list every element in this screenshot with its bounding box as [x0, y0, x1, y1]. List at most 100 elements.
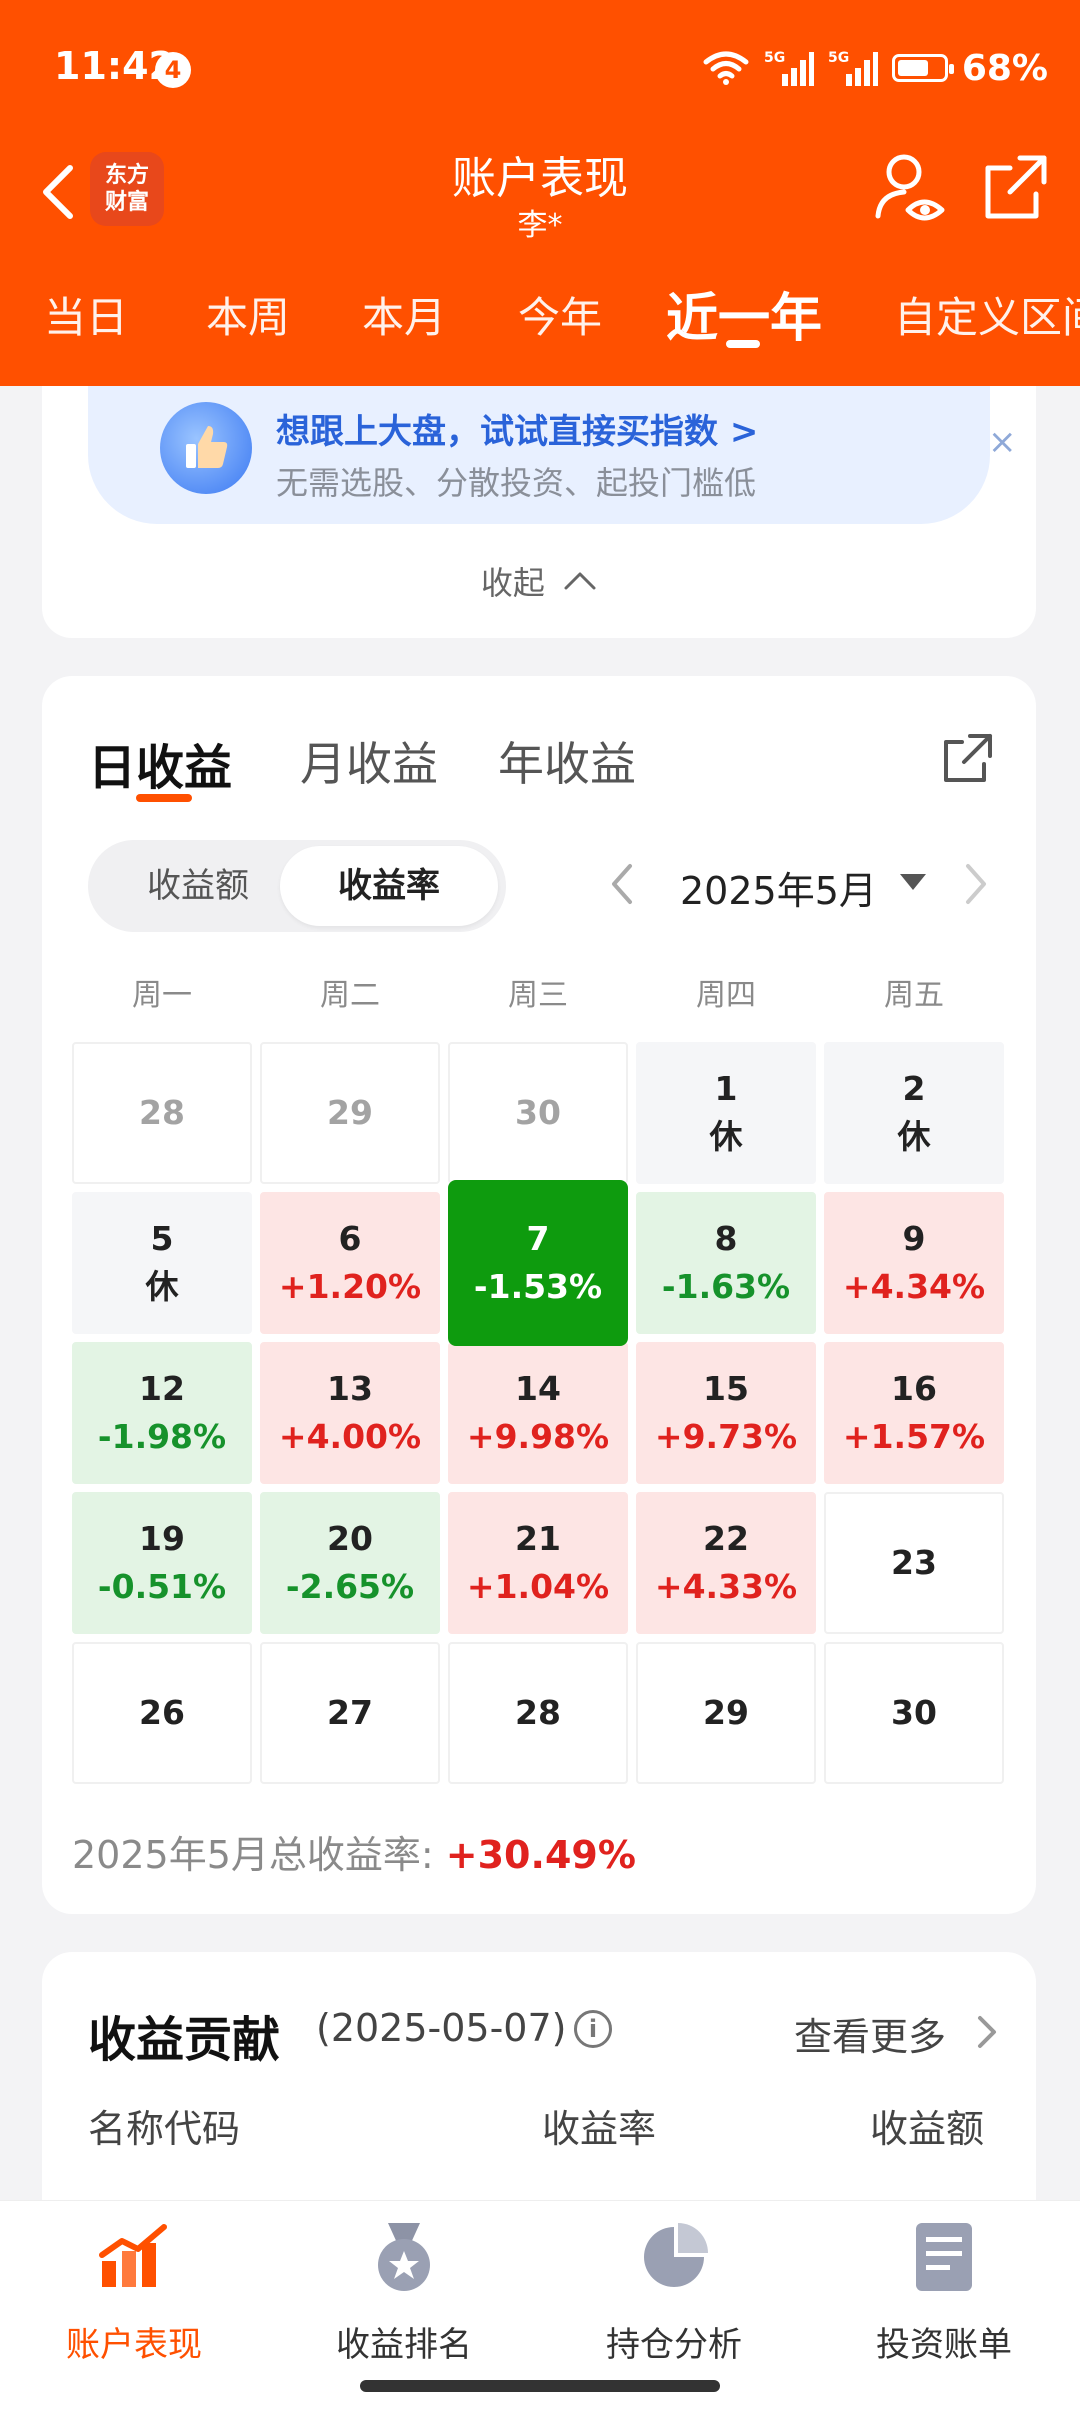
calendar-day-cell[interactable]: 16 +1.57%	[824, 1342, 1004, 1484]
index-promo-banner[interactable]: 想跟上大盘，试试直接买指数 > 无需选股、分散投资、起投门槛低 ×	[88, 386, 1017, 524]
nav-investment-bill[interactable]: 投资账单	[844, 2221, 1044, 2391]
subtab-indicator	[136, 794, 192, 802]
calendar-day-cell[interactable]: 20 -2.65%	[260, 1492, 440, 1634]
share-icon	[944, 734, 992, 782]
nav-label: 收益排名	[336, 2325, 472, 2365]
nav-label: 账户表现	[66, 2325, 202, 2365]
holiday-label: 休	[709, 1117, 743, 1156]
calendar-day-cell[interactable]: 7 -1.53%	[448, 1180, 628, 1346]
promo-description: 无需选股、分散投资、起投门槛低	[276, 464, 757, 502]
caret-down-icon[interactable]	[900, 874, 926, 890]
calendar-day-cell[interactable]: 27	[260, 1642, 440, 1784]
calendar-day-cell[interactable]: 30	[824, 1642, 1004, 1784]
prev-month-button[interactable]	[606, 860, 646, 910]
tab-monthly-returns[interactable]: 月收益	[300, 728, 438, 794]
calendar-day-cell[interactable]: 12 -1.98%	[72, 1342, 252, 1484]
calendar-share-button[interactable]	[940, 730, 996, 786]
monthly-total-value: +30.49%	[445, 1833, 636, 1877]
calendar-day-cell[interactable]: 22 +4.33%	[636, 1492, 816, 1634]
signal-5g-label: 5G	[764, 50, 785, 66]
calendar-day-cell[interactable]: 5休	[72, 1192, 252, 1334]
weekday-wed: 周三	[508, 978, 568, 1013]
calendar-day-cell[interactable]: 1休	[636, 1042, 816, 1184]
notification-badge: 4	[155, 52, 191, 88]
nav-return-ranking[interactable]: 收益排名	[304, 2221, 504, 2391]
tab-this-week[interactable]: 本周	[206, 284, 290, 345]
weekday-mon: 周一	[132, 978, 192, 1013]
section-title: 收益贡献	[88, 2012, 281, 2068]
nav-account-performance[interactable]: 账户表现	[34, 2221, 234, 2391]
info-icon[interactable]: i	[574, 2010, 612, 2048]
calendar-day-cell[interactable]: 8 -1.63%	[636, 1192, 816, 1334]
close-icon[interactable]: ×	[988, 422, 1017, 462]
share-button[interactable]	[980, 152, 1052, 224]
daily-return-rate: +9.98%	[466, 1417, 610, 1456]
day-number: 22	[703, 1519, 749, 1558]
calendar-day-cell[interactable]: 23	[824, 1492, 1004, 1634]
column-header-amount: 收益额	[870, 2107, 985, 2151]
column-header-rate: 收益率	[542, 2107, 657, 2151]
toggle-amount[interactable]: 收益额	[108, 840, 288, 932]
tab-yearly-returns[interactable]: 年收益	[498, 728, 636, 794]
toggle-rate[interactable]: 收益率	[280, 846, 498, 926]
tab-today[interactable]: 当日	[44, 284, 128, 345]
nav-holdings-analysis[interactable]: 持仓分析	[574, 2221, 774, 2391]
calendar-day-cell[interactable]: 21 +1.04%	[448, 1492, 628, 1634]
chevron-right-icon[interactable]	[972, 2012, 1002, 2052]
day-number: 1	[714, 1069, 738, 1108]
day-number: 27	[327, 1693, 373, 1732]
calendar-day-cell[interactable]: 29	[636, 1642, 816, 1784]
metric-toggle: 收益额 收益率	[88, 840, 506, 932]
calendar-day-cell[interactable]: 2休	[824, 1042, 1004, 1184]
calendar-day-cell[interactable]: 14 +9.98%	[448, 1342, 628, 1484]
holiday-label: 休	[145, 1267, 179, 1306]
calendar-day-cell[interactable]: 30	[448, 1042, 628, 1184]
calendar-day-cell[interactable]: 15 +9.73%	[636, 1342, 816, 1484]
contribution-date: (2025-05-07)	[316, 2006, 567, 2050]
day-number: 20	[327, 1519, 373, 1558]
chevron-right-icon	[966, 864, 986, 904]
medal-icon	[378, 2223, 430, 2291]
calendar-day-cell[interactable]: 28	[72, 1042, 252, 1184]
battery-percent: 68%	[961, 47, 1048, 89]
weekday-fri: 周五	[884, 978, 944, 1013]
thumbs-up-icon	[160, 402, 252, 494]
tab-this-month[interactable]: 本月	[362, 284, 446, 345]
signal-5g-icon-2: 5G	[828, 50, 878, 86]
calendar-day-cell[interactable]: 6 +1.20%	[260, 1192, 440, 1334]
calendar-day-cell[interactable]: 19 -0.51%	[72, 1492, 252, 1634]
day-number: 6	[338, 1219, 362, 1258]
calendar-day-cell[interactable]: 29	[260, 1042, 440, 1184]
daily-return-rate: +4.34%	[842, 1267, 986, 1306]
day-number: 13	[327, 1369, 373, 1408]
chart-trend-icon	[99, 2224, 167, 2287]
holiday-label: 休	[897, 1117, 931, 1156]
calendar-day-cell[interactable]: 9 +4.34%	[824, 1192, 1004, 1334]
see-more-chevron	[978, 2016, 996, 2048]
calendar-day-cell[interactable]: 26	[72, 1642, 252, 1784]
day-number: 28	[515, 1693, 561, 1732]
calendar-day-cell[interactable]: 28	[448, 1642, 628, 1784]
day-number: 16	[891, 1369, 937, 1408]
active-tab-indicator	[726, 340, 760, 348]
month-selector[interactable]: 2025年5月	[680, 860, 877, 915]
tab-daily-returns[interactable]: 日收益	[88, 728, 232, 798]
tab-this-year[interactable]: 今年	[518, 284, 602, 345]
signal-5g-icon: 5G	[764, 50, 814, 86]
tab-custom-range[interactable]: 自定义区间	[894, 284, 1080, 345]
collapse-button[interactable]: 收起	[42, 558, 1036, 604]
nav-bar: 东方 财富 账户表现 李*	[0, 140, 1080, 260]
home-indicator[interactable]	[360, 2380, 720, 2392]
day-number: 5	[150, 1219, 174, 1258]
daily-return-rate: +4.33%	[654, 1567, 798, 1606]
calendar-day-cell[interactable]: 13 +4.00%	[260, 1342, 440, 1484]
day-number: 12	[139, 1369, 185, 1408]
daily-return-rate: +1.20%	[278, 1267, 422, 1306]
bill-icon	[916, 2223, 972, 2291]
day-number: 23	[891, 1543, 937, 1582]
privacy-toggle-button[interactable]	[870, 150, 950, 230]
see-more-link[interactable]: 查看更多	[794, 2006, 946, 2061]
daily-return-rate: -0.51%	[97, 1567, 227, 1606]
next-month-button[interactable]	[962, 860, 1002, 910]
pie-chart-icon	[644, 2223, 708, 2287]
